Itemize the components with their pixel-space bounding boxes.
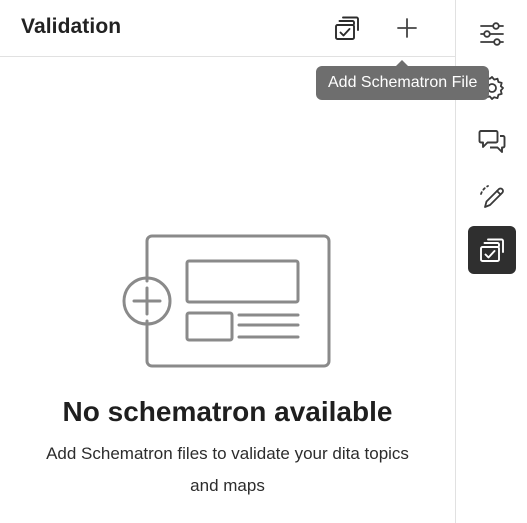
rail-properties-button[interactable] (468, 10, 516, 58)
add-schematron-tooltip: Add Schematron File (316, 60, 490, 100)
empty-state-illustration (120, 233, 332, 369)
validation-panel: Validation Add Schematron File No schema… (0, 0, 490, 523)
rail-comments-button[interactable] (468, 117, 516, 165)
add-document-illustration (122, 234, 331, 368)
rail-edit-button[interactable] (468, 172, 516, 220)
add-schematron-button[interactable] (389, 10, 425, 46)
comments-icon (478, 130, 506, 153)
validation-icon (480, 238, 504, 262)
pencil-icon (480, 185, 504, 208)
validate-button[interactable] (329, 10, 365, 46)
panel-header: Validation (0, 0, 455, 57)
empty-state-description: Add Schematron files to validate your di… (46, 444, 409, 495)
validate-stack-icon (335, 16, 359, 40)
sliders-icon (480, 22, 504, 46)
add-icon (397, 18, 417, 38)
empty-state-title: No schematron available (62, 396, 393, 427)
panel-title: Validation (21, 15, 122, 38)
rail-validation-button[interactable] (468, 226, 516, 274)
